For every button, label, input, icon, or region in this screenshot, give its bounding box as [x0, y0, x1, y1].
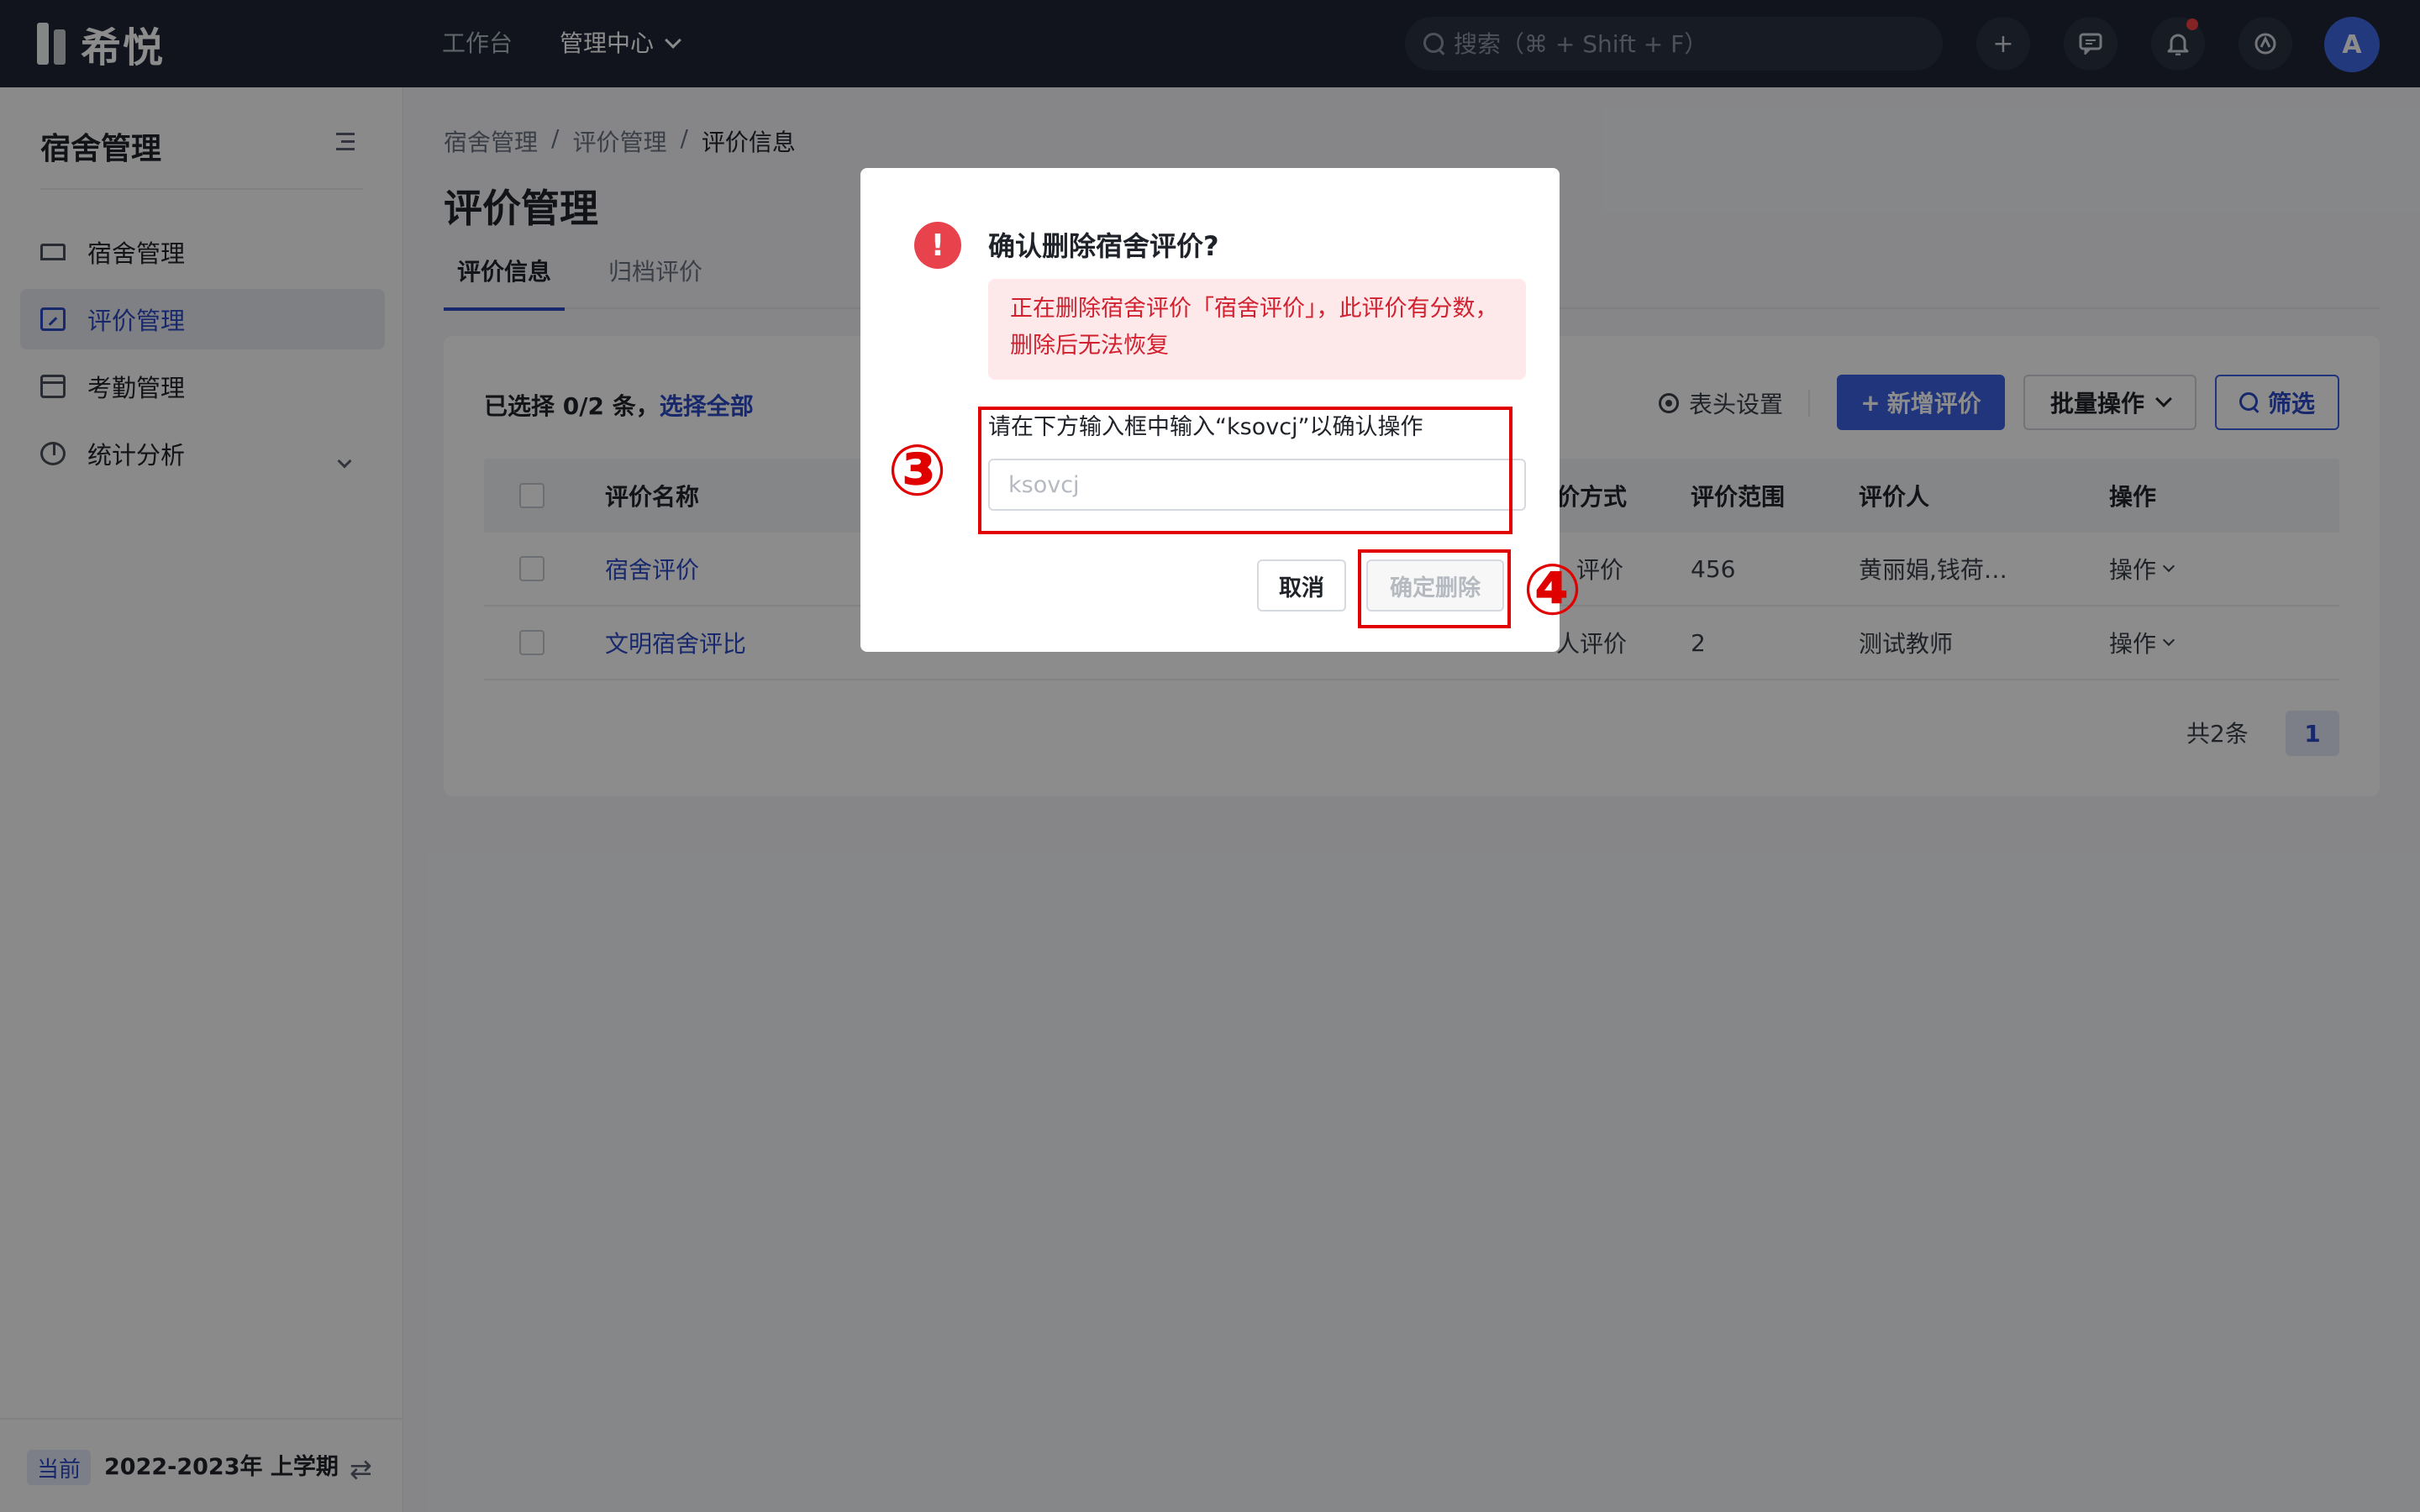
dialog-title: 确认删除宿舍评价?: [988, 230, 1219, 262]
annotation-number-4: ④: [1523, 549, 1583, 631]
delete-warning-alert: 正在删除宿舍评价「宿舍评价」，此评价有分数，删除后无法恢复: [988, 279, 1526, 380]
annotation-box-3: [978, 407, 1512, 534]
cancel-button[interactable]: 取消: [1257, 559, 1346, 612]
annotation-box-4: [1358, 549, 1511, 628]
annotation-number-3: ③: [887, 429, 948, 512]
exclamation-icon: !: [914, 222, 961, 269]
